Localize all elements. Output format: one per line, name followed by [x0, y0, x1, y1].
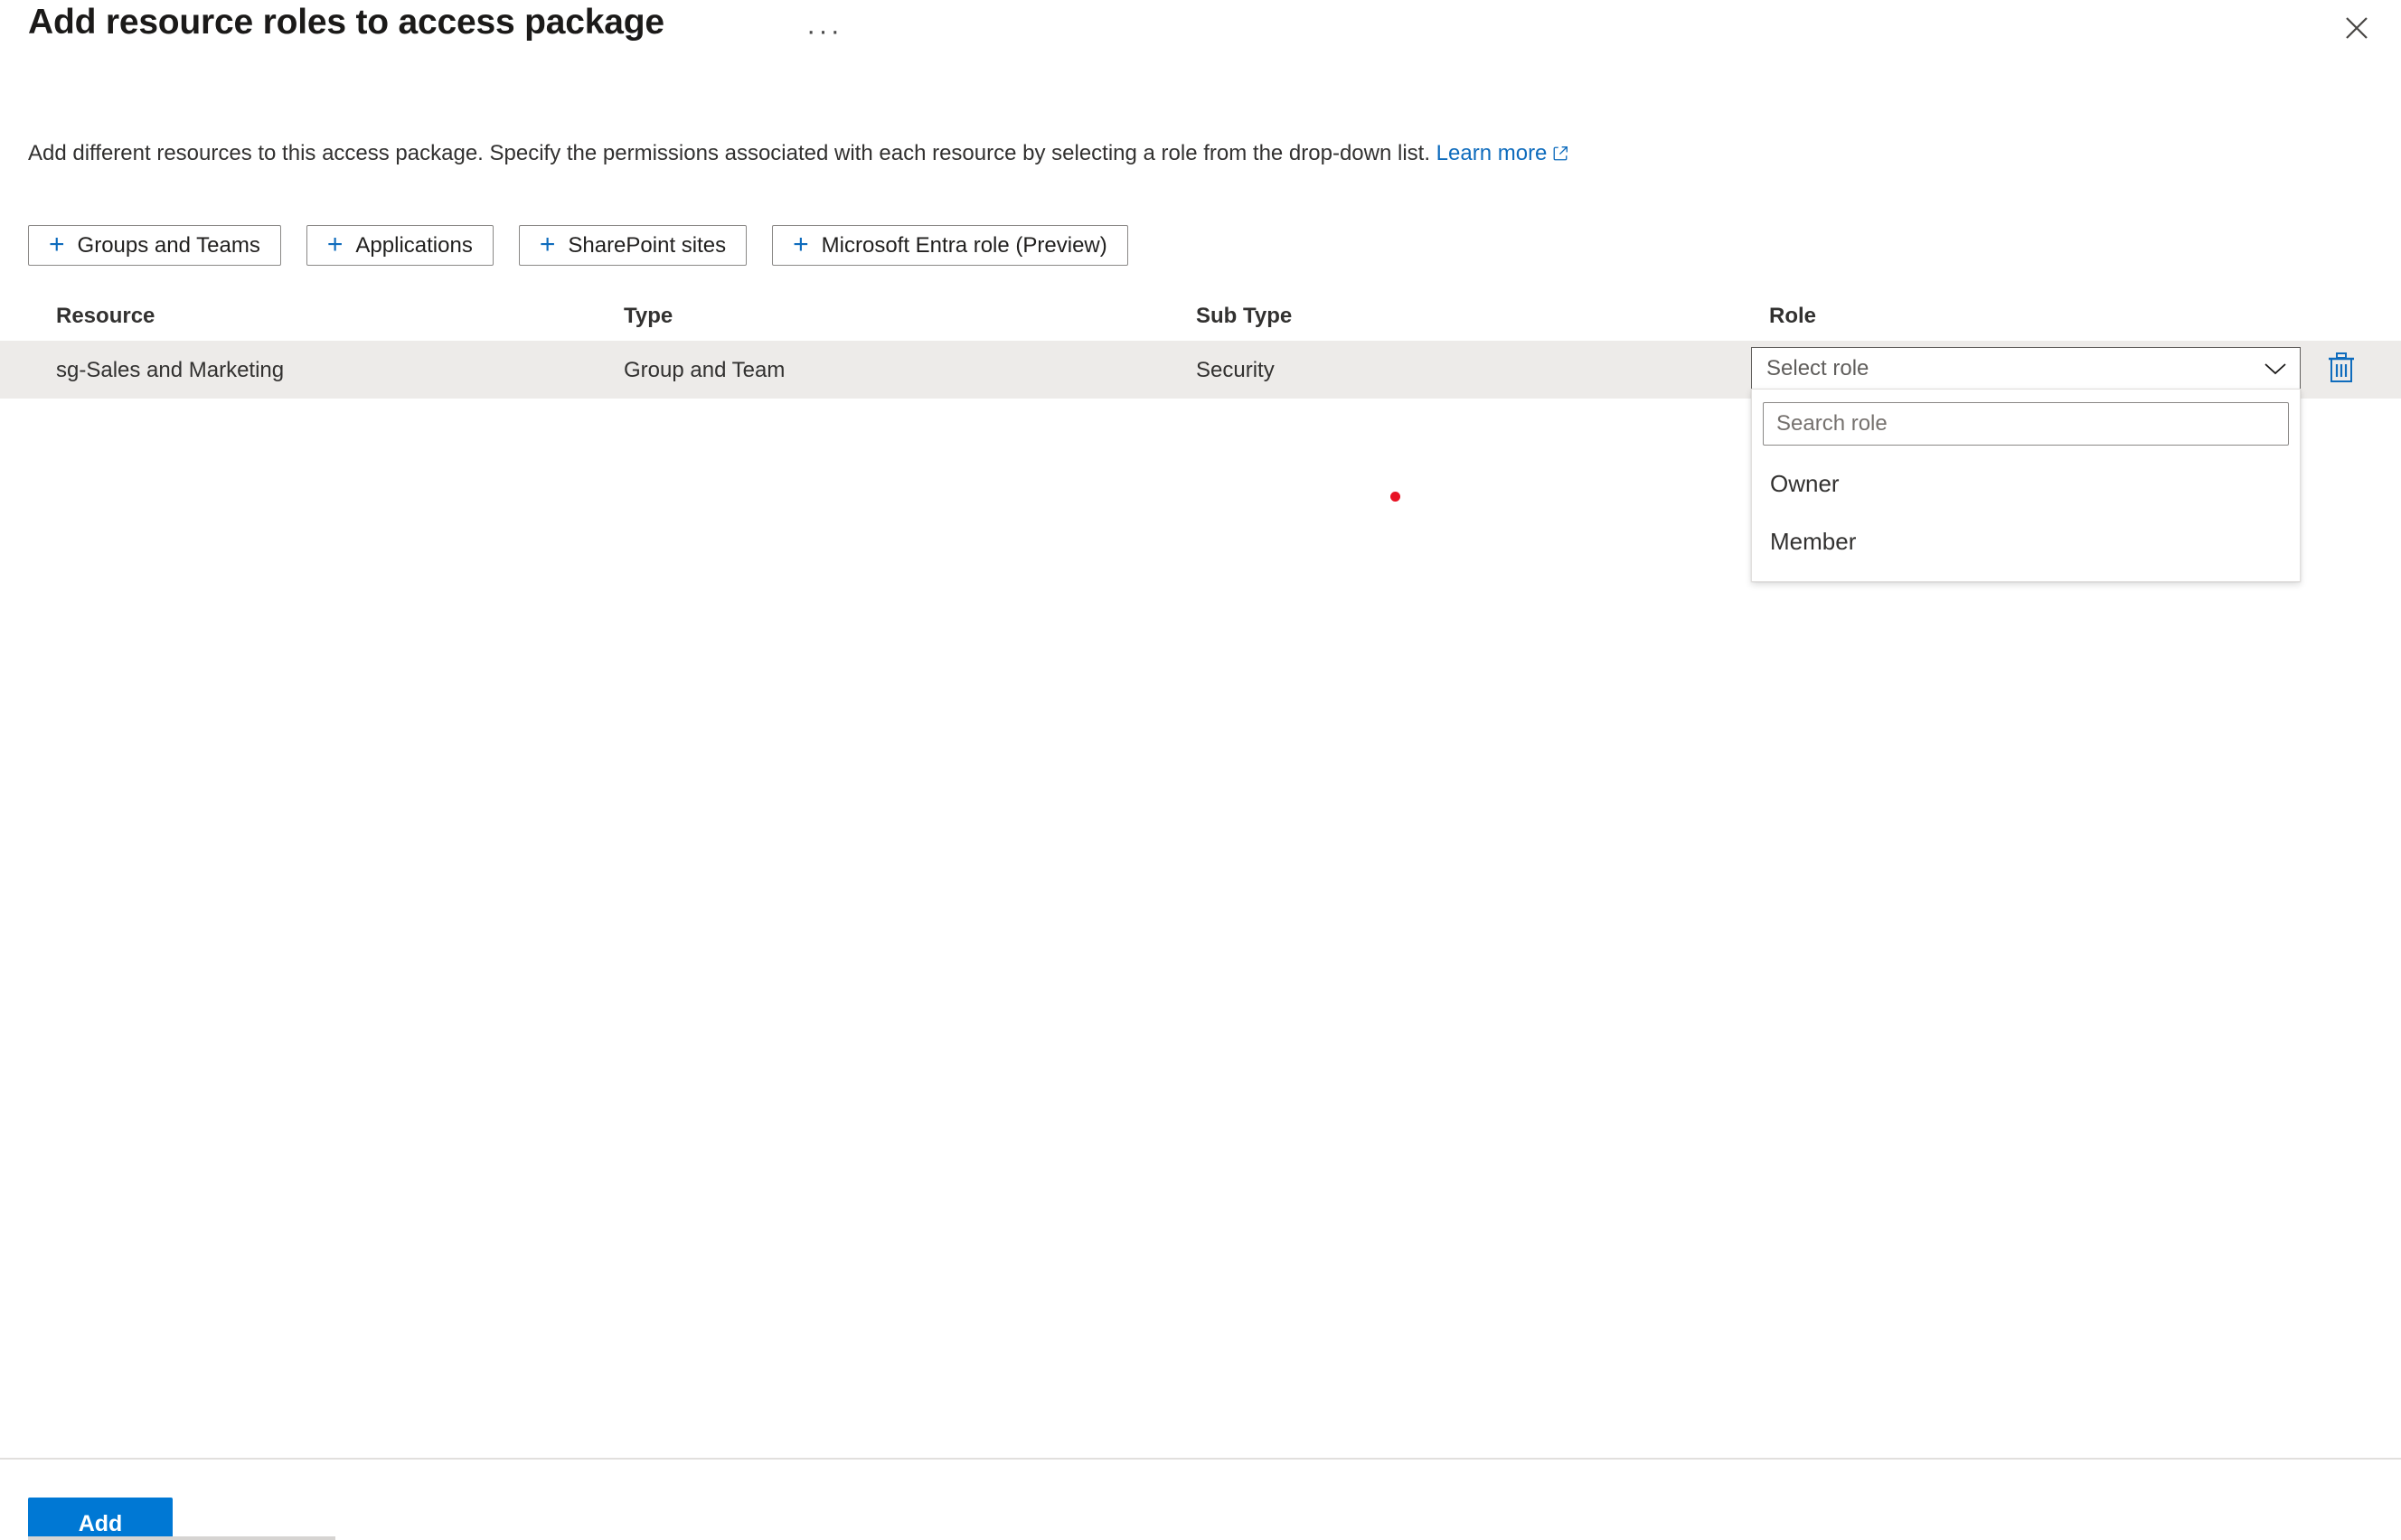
- learn-more-link[interactable]: Learn more: [1436, 141, 1569, 165]
- blade-header: Add resource roles to access package ···: [0, 0, 2401, 60]
- column-header-resource: Resource: [56, 304, 155, 328]
- role-option-owner[interactable]: Owner: [1763, 455, 2289, 512]
- trash-icon: [2326, 352, 2357, 389]
- role-option-member[interactable]: Member: [1763, 512, 2289, 570]
- role-dropdown-panel: Owner Member: [1751, 389, 2301, 582]
- cursor-indicator-dot: [1390, 492, 1400, 502]
- add-resource-roles-blade: Add resource roles to access package ···…: [0, 0, 2401, 1540]
- plus-icon: +: [326, 229, 344, 259]
- add-entra-role-button[interactable]: + Microsoft Entra role (Preview): [772, 225, 1128, 266]
- add-groups-and-teams-label: Groups and Teams: [77, 232, 260, 258]
- role-combobox-value: Select role: [1766, 356, 1869, 380]
- plus-icon: +: [539, 229, 556, 259]
- add-entra-role-label: Microsoft Entra role (Preview): [821, 232, 1107, 258]
- column-header-type: Type: [624, 304, 673, 328]
- cell-type: Group and Team: [624, 358, 786, 382]
- role-search-wrapper: [1763, 402, 2289, 449]
- plus-icon: +: [793, 229, 809, 259]
- resource-type-toolbar: + Groups and Teams + Applications + Shar…: [28, 225, 1128, 266]
- role-search-input[interactable]: [1763, 402, 2289, 446]
- add-sharepoint-sites-label: SharePoint sites: [568, 232, 727, 258]
- column-header-role: Role: [1769, 304, 1817, 328]
- description-text: Add different resources to this access p…: [28, 141, 1430, 165]
- page-title: Add resource roles to access package: [28, 3, 664, 42]
- footer-shadow: [28, 1536, 335, 1540]
- cell-resource: sg-Sales and Marketing: [56, 358, 285, 382]
- add-groups-and-teams-button[interactable]: + Groups and Teams: [28, 225, 281, 266]
- add-sharepoint-sites-button[interactable]: + SharePoint sites: [518, 225, 748, 266]
- cell-role: Select role: [1751, 347, 2301, 390]
- external-link-icon: [1552, 141, 1568, 170]
- cell-sub-type: Security: [1196, 358, 1275, 382]
- add-button[interactable]: Add: [28, 1498, 173, 1540]
- learn-more-label: Learn more: [1436, 141, 1548, 165]
- role-combobox[interactable]: Select role: [1751, 347, 2301, 390]
- table-header-row: Resource Type Sub Type Role: [0, 289, 2401, 342]
- delete-resource-button[interactable]: [2322, 351, 2360, 389]
- more-options-icon[interactable]: ···: [801, 13, 848, 48]
- add-applications-label: Applications: [355, 232, 473, 258]
- footer-divider: [0, 1458, 2401, 1460]
- resources-table: Resource Type Sub Type Role sg-Sales and…: [0, 289, 2401, 399]
- plus-icon: +: [49, 229, 65, 259]
- chevron-down-icon[interactable]: [2251, 348, 2300, 390]
- close-icon[interactable]: [2332, 5, 2381, 51]
- column-header-sub-type: Sub Type: [1196, 304, 1293, 328]
- blade-description: Add different resources to this access p…: [28, 139, 1568, 170]
- add-applications-button[interactable]: + Applications: [306, 225, 494, 266]
